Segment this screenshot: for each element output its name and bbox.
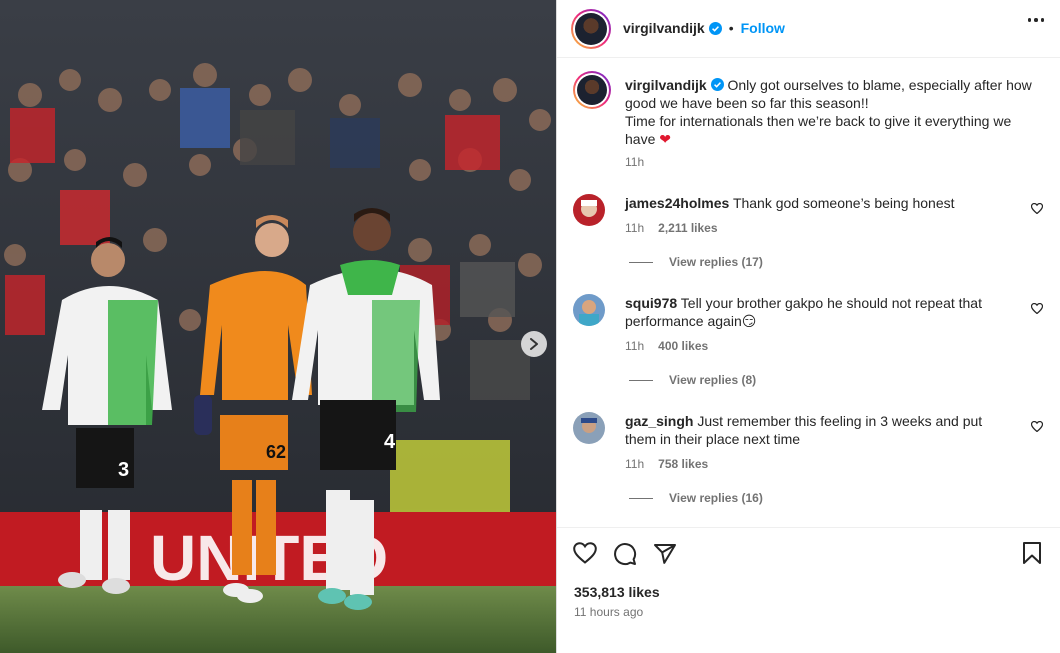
jersey-number-right: 4 — [384, 431, 396, 453]
comment-item: squi978 Tell your brother gakpo he shoul… — [573, 294, 1044, 394]
comment-meta: 11h 2,211 likes — [625, 221, 718, 235]
post-caption: virgilvandijk Only got ourselves to blam… — [625, 76, 1035, 148]
verified-icon — [708, 21, 722, 35]
post-details-panel: virgilvandijk • Follow virgilvandijk Onl… — [556, 0, 1060, 653]
jersey-number-keeper: 62 — [266, 442, 286, 462]
comment-body: james24holmes Thank god someone’s being … — [625, 194, 1005, 212]
view-replies-button[interactable]: View replies (16) — [629, 491, 763, 505]
comment-username[interactable]: gaz_singh — [625, 413, 693, 429]
jersey-number-left: 3 — [118, 459, 129, 481]
commenter-avatar[interactable] — [573, 412, 605, 444]
caption-avatar[interactable] — [573, 71, 611, 109]
author-username[interactable]: virgilvandijk — [623, 20, 705, 36]
commenter-avatar[interactable] — [573, 294, 605, 326]
post-actions: 353,813 likes 11 hours ago — [557, 527, 1060, 653]
comment-time: 11h — [625, 457, 645, 471]
comment-text: Tell your brother gakpo he should not re… — [625, 295, 982, 329]
comment-meta: 11h 400 likes — [625, 339, 708, 353]
author-info: virgilvandijk • Follow — [623, 20, 785, 36]
comment-likes[interactable]: 2,211 likes — [658, 221, 717, 235]
next-photo-icon — [530, 338, 538, 350]
more-options-icon[interactable] — [1027, 18, 1044, 22]
comment-icon[interactable] — [613, 542, 637, 569]
caption-username[interactable]: virgilvandijk — [625, 77, 707, 93]
post-photo: UNITED 3 62 — [0, 0, 556, 653]
caption-line-2: Time for internationals then we’re back … — [625, 113, 1012, 147]
view-replies-label: View replies (16) — [669, 491, 763, 505]
comment-likes[interactable]: 758 likes — [658, 457, 708, 471]
view-replies-label: View replies (8) — [669, 373, 757, 387]
comment-item: gaz_singh Just remember this feeling in … — [573, 412, 1044, 512]
separator-dot: • — [728, 20, 734, 36]
verified-icon — [710, 78, 724, 91]
comment-username[interactable]: squi978 — [625, 295, 677, 311]
caption-timestamp: 11h — [625, 155, 645, 169]
post-timestamp[interactable]: 11 hours ago — [574, 605, 643, 619]
comment-username[interactable]: james24holmes — [625, 195, 729, 211]
view-replies-button[interactable]: View replies (17) — [629, 255, 763, 269]
follow-button[interactable]: Follow — [741, 20, 785, 36]
comment-item: james24holmes Thank god someone’s being … — [573, 194, 1044, 274]
bookmark-icon[interactable] — [1022, 542, 1042, 567]
post-header: virgilvandijk • Follow — [557, 0, 1060, 58]
commenter-avatar[interactable] — [573, 194, 605, 226]
next-photo-button[interactable] — [521, 331, 547, 357]
post-likes-count[interactable]: 353,813 likes — [574, 584, 660, 600]
view-replies-label: View replies (17) — [669, 255, 763, 269]
comment-time: 11h — [625, 339, 645, 353]
action-icons — [573, 542, 677, 569]
author-avatar[interactable] — [571, 9, 611, 49]
heart-emoji: ❤ — [659, 131, 671, 147]
comment-body: gaz_singh Just remember this feeling in … — [625, 412, 1005, 448]
comment-like-icon[interactable] — [1030, 419, 1044, 435]
comment-like-icon[interactable] — [1030, 301, 1044, 317]
comment-time: 11h — [625, 221, 645, 235]
comment-text: Thank god someone’s being honest — [732, 195, 955, 211]
comment-like-icon[interactable] — [1030, 201, 1044, 217]
comment-body: squi978 Tell your brother gakpo he shoul… — [625, 294, 1005, 330]
comment-meta: 11h 758 likes — [625, 457, 708, 471]
like-icon[interactable] — [573, 542, 597, 569]
comments-section[interactable]: virgilvandijk Only got ourselves to blam… — [557, 59, 1060, 527]
share-icon[interactable] — [653, 542, 677, 569]
comment-likes[interactable]: 400 likes — [658, 339, 708, 353]
view-replies-button[interactable]: View replies (8) — [629, 373, 756, 387]
match-photo-illustration: UNITED 3 62 — [0, 0, 556, 653]
